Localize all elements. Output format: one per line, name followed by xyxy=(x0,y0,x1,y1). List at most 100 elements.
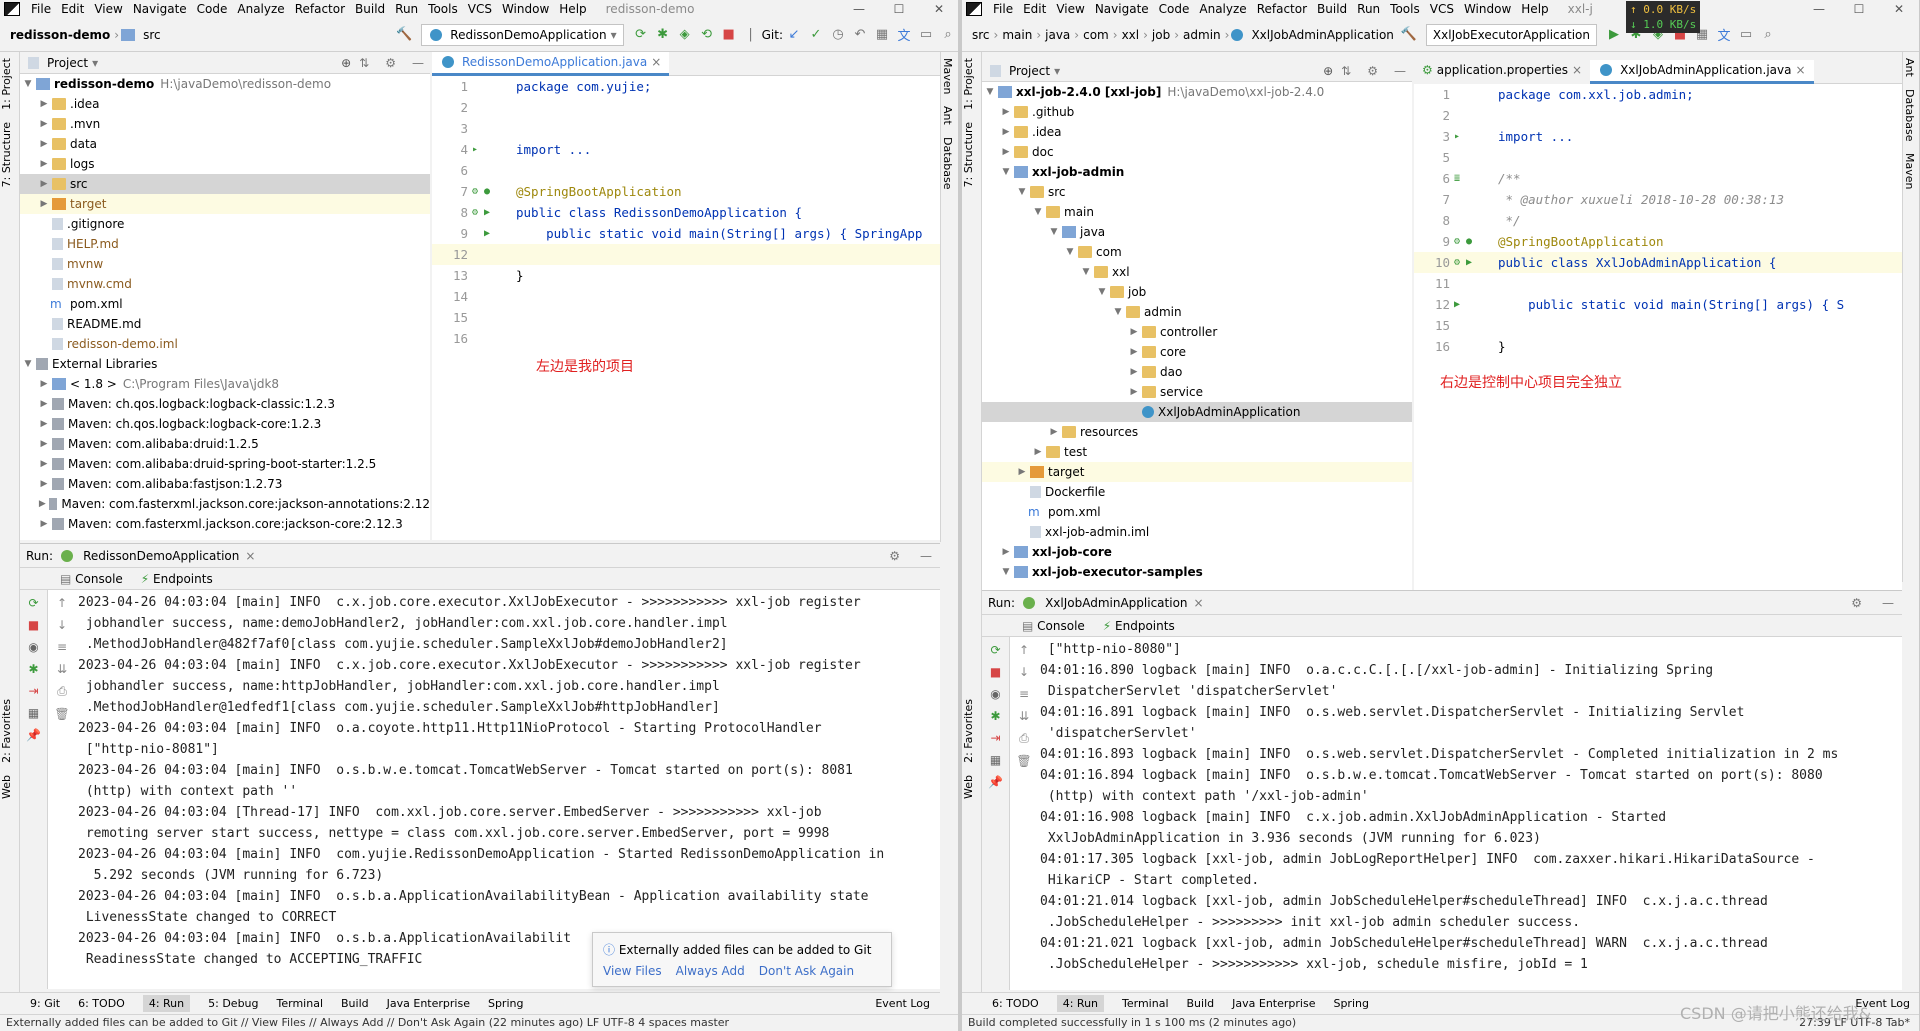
layout-icon[interactable]: ▦ xyxy=(990,753,1001,767)
tool-git[interactable]: 9: Git xyxy=(30,997,60,1010)
run-gutter-icon[interactable]: ▶ xyxy=(1454,299,1498,310)
chevron-right-icon[interactable]: ▶ xyxy=(1000,107,1012,117)
menu-help[interactable]: Help xyxy=(554,2,591,16)
breadcrumb-java[interactable]: java xyxy=(1041,28,1074,42)
hide-icon[interactable]: — xyxy=(1394,64,1406,78)
debug-icon[interactable]: ✱ xyxy=(990,709,1000,723)
console-output[interactable]: ["http-nio-8080"] 04:01:16.890 logback [… xyxy=(1040,639,1896,990)
translate-icon[interactable]: 文 xyxy=(1713,25,1735,44)
database-tool-tab[interactable]: Database xyxy=(1903,83,1916,148)
gear-icon[interactable]: ⚙ xyxy=(385,56,396,70)
breadcrumb-project[interactable]: redisson-demo xyxy=(6,28,114,42)
breadcrumb-com[interactable]: com xyxy=(1079,28,1113,42)
down-icon[interactable]: ↓ xyxy=(57,618,67,632)
editor-tab-admin-app[interactable]: XxlJobAdminApplication.java × xyxy=(1590,60,1814,84)
chevron-down-icon[interactable]: ▼ xyxy=(1032,207,1044,217)
rerun-icon[interactable]: ⟳ xyxy=(990,643,1000,657)
tool-terminal[interactable]: Terminal xyxy=(277,997,324,1010)
chevron-right-icon[interactable]: ▶ xyxy=(1016,467,1028,477)
menu-build[interactable]: Build xyxy=(1312,2,1352,16)
chevron-right-icon[interactable]: ▶ xyxy=(38,199,50,209)
tree-row-xxl[interactable]: ▼ xxl xyxy=(982,262,1412,282)
chevron-right-icon[interactable]: ▶ xyxy=(38,519,50,529)
project-tool-tab[interactable]: 1: Project xyxy=(962,52,975,116)
code-editor[interactable]: RedissonDemoApplication.java × 1 package … xyxy=(432,52,940,540)
run-icon[interactable]: ▶ xyxy=(1603,27,1625,42)
tree-row-src[interactable]: ▼ src xyxy=(982,182,1412,202)
menu-file[interactable]: File xyxy=(988,2,1018,16)
minimize-icon[interactable]: — xyxy=(1799,2,1839,16)
chevron-right-icon[interactable]: ▶ xyxy=(1000,147,1012,157)
chevron-right-icon[interactable]: ▶ xyxy=(38,419,50,429)
tree-row-pom[interactable]: m pom.xml xyxy=(982,502,1412,522)
chevron-right-icon[interactable]: ▶ xyxy=(38,479,50,489)
chevron-right-icon[interactable]: ▶ xyxy=(38,99,50,109)
translate-icon[interactable]: 文 xyxy=(893,25,915,44)
menu-tools[interactable]: Tools xyxy=(423,2,463,16)
stop-icon[interactable]: ■ xyxy=(28,618,39,632)
gear-icon[interactable]: ⚙ xyxy=(1367,64,1378,78)
menu-window[interactable]: Window xyxy=(1459,2,1516,16)
tree-row-doc[interactable]: ▶ doc xyxy=(982,142,1412,162)
locate-icon[interactable]: ⊕ xyxy=(1323,64,1333,78)
spring-bean-gutter-icon[interactable]: ⚙ ● xyxy=(472,186,516,197)
run-gutter-icon[interactable]: ▶ xyxy=(472,228,516,239)
menu-code[interactable]: Code xyxy=(1154,2,1195,16)
tree-row-target[interactable]: ▶ target xyxy=(20,194,430,214)
menu-navigate[interactable]: Navigate xyxy=(1090,2,1154,16)
spring-bean-gutter-icon[interactable]: ⚙ ● xyxy=(1454,236,1498,247)
chevron-down-icon[interactable]: ▼ xyxy=(1048,227,1060,237)
web-tool-tab[interactable]: Web xyxy=(0,769,13,805)
close-icon[interactable]: ✕ xyxy=(919,2,959,16)
tree-row-main[interactable]: ▼ main xyxy=(982,202,1412,222)
chevron-right-icon[interactable]: ▶ xyxy=(1128,367,1140,377)
menu-view[interactable]: View xyxy=(1051,2,1089,16)
menu-vcs[interactable]: VCS xyxy=(1425,2,1459,16)
close-tab-icon[interactable]: × xyxy=(651,55,661,69)
breadcrumb-main[interactable]: main xyxy=(998,28,1036,42)
project-structure-icon[interactable]: ▦ xyxy=(871,27,893,42)
tree-row-root[interactable]: ▼ redisson-demo H:\javaDemo\redisson-demo xyxy=(20,74,430,94)
chevron-down-icon[interactable]: ▼ xyxy=(22,359,34,369)
tree-row-mvnwcmd[interactable]: mvnw.cmd xyxy=(20,274,430,294)
chevron-down-icon[interactable]: ▼ xyxy=(1112,307,1124,317)
tree-row-idea[interactable]: ▶ .idea xyxy=(982,122,1412,142)
menu-window[interactable]: Window xyxy=(497,2,554,16)
maximize-icon[interactable]: ☐ xyxy=(1839,2,1879,16)
tool-build[interactable]: Build xyxy=(341,997,369,1010)
chevron-right-icon[interactable]: ▶ xyxy=(1048,427,1060,437)
chevron-down-icon[interactable]: ▼ xyxy=(984,87,996,97)
git-history-icon[interactable]: ◷ xyxy=(827,27,849,42)
tool-run[interactable]: 4: Run xyxy=(1056,995,1105,1012)
soft-wrap-icon[interactable]: ≡ xyxy=(57,640,67,654)
view-files-link[interactable]: View Files xyxy=(603,964,662,978)
editor-tab-redisson[interactable]: RedissonDemoApplication.java × xyxy=(432,52,670,76)
chevron-right-icon[interactable]: ▶ xyxy=(1000,127,1012,137)
git-rollback-icon[interactable]: ↶ xyxy=(849,27,871,42)
close-icon[interactable]: ✕ xyxy=(1879,2,1919,16)
web-tool-tab[interactable]: Web xyxy=(962,769,975,805)
chevron-right-icon[interactable]: ▶ xyxy=(38,499,47,509)
tree-row-dockerfile[interactable]: Dockerfile xyxy=(982,482,1412,502)
camera-icon[interactable]: ◉ xyxy=(990,687,1000,701)
debug-icon[interactable]: ✱ xyxy=(28,662,38,676)
coverage-icon[interactable]: ◈ xyxy=(674,27,696,42)
tree-row-controller[interactable]: ▶ controller xyxy=(982,322,1412,342)
chevron-right-icon[interactable]: ▶ xyxy=(38,459,50,469)
structure-tool-tab[interactable]: 7: Structure xyxy=(0,116,13,193)
stop-icon[interactable]: ■ xyxy=(718,27,740,42)
project-panel-title[interactable]: Project xyxy=(1009,64,1050,78)
tree-row-core[interactable]: ▶ core xyxy=(982,342,1412,362)
tree-row-iml[interactable]: redisson-demo.iml xyxy=(20,334,430,354)
tree-row-target[interactable]: ▶ target xyxy=(982,462,1412,482)
fold-icon[interactable]: ▸ xyxy=(1454,131,1498,142)
scroll-end-icon[interactable]: ⇊ xyxy=(1019,709,1029,723)
close-tab-icon[interactable]: × xyxy=(1795,63,1805,77)
tool-todo[interactable]: 6: TODO xyxy=(78,997,125,1010)
tree-row-lib[interactable]: ▶ Maven: com.alibaba:druid-spring-boot-st… xyxy=(20,454,430,474)
print-icon[interactable]: ⎙ xyxy=(57,684,67,699)
chevron-right-icon[interactable]: ▶ xyxy=(38,139,50,149)
tool-terminal[interactable]: Terminal xyxy=(1122,997,1169,1010)
chevron-right-icon[interactable]: ▶ xyxy=(1128,327,1140,337)
menu-tools[interactable]: Tools xyxy=(1385,2,1425,16)
